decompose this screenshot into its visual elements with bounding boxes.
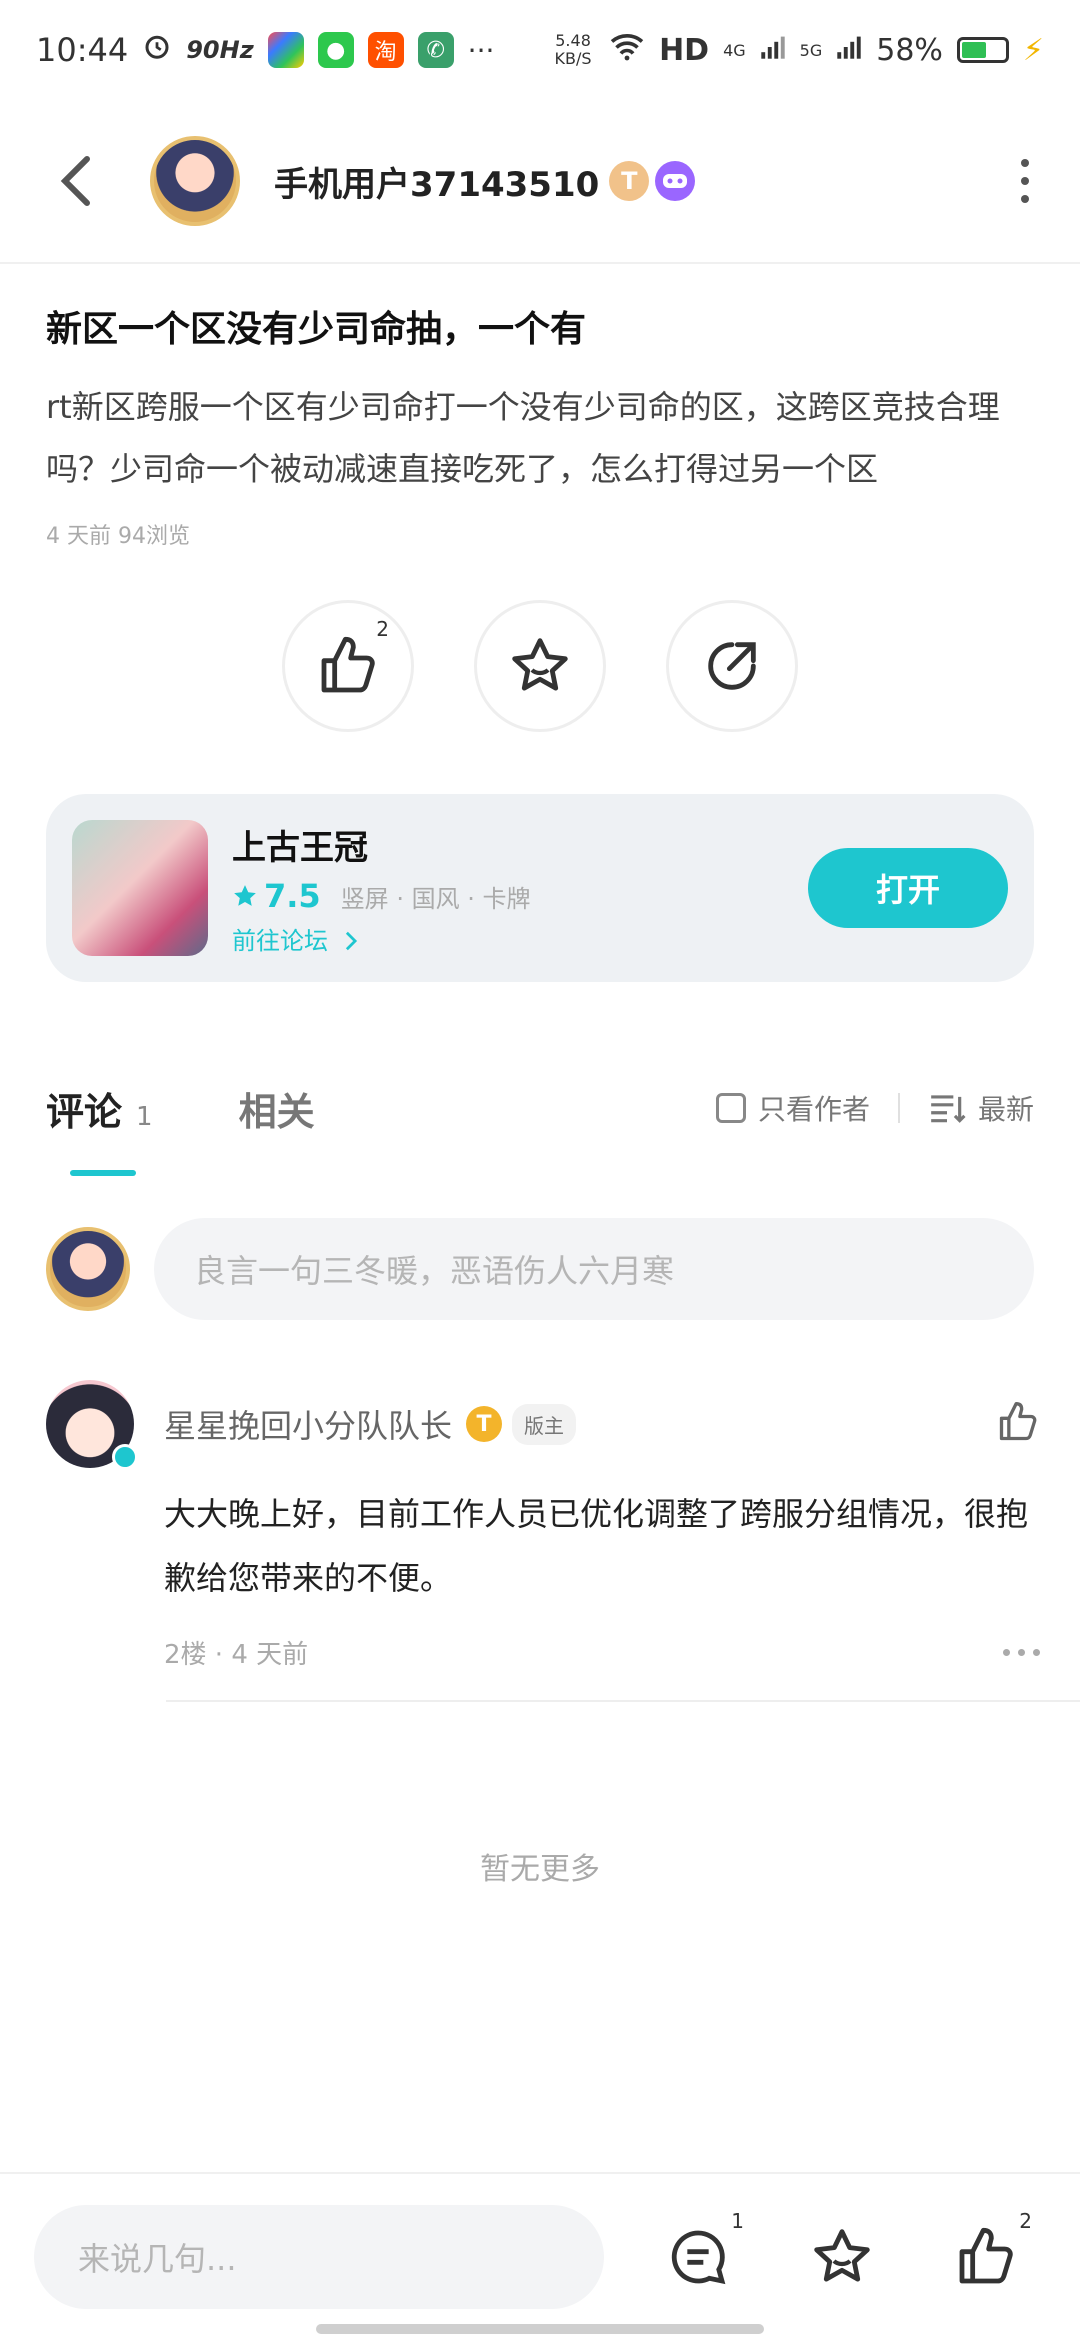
author-username[interactable]: 手机用户37143510	[274, 157, 599, 206]
gamepad-icon	[655, 161, 696, 201]
tab-comments-count: 1	[136, 1101, 153, 1132]
comment-like-button[interactable]	[996, 1400, 1040, 1448]
game-tags: 竖屏 · 国风 · 卡牌	[340, 884, 531, 913]
tab-related[interactable]: 相关	[239, 1081, 315, 1136]
game-info: 上古王冠 7.5 竖屏 · 国风 · 卡牌 前往论坛	[232, 820, 530, 956]
moderator-badge: 版主	[512, 1403, 577, 1445]
like-button[interactable]: 2	[282, 600, 414, 732]
comment-count: 1	[731, 2209, 744, 2233]
forum-link-label: 前往论坛	[232, 927, 328, 955]
tab-comments-label: 评论	[46, 1089, 123, 1134]
thumbs-up-icon	[321, 636, 375, 693]
comment-meta-row: 2楼 · 4 天前	[164, 1634, 1040, 1671]
game-thumbnail[interactable]	[72, 820, 208, 956]
comment-filters: 只看作者 最新	[715, 1088, 1034, 1128]
comment-input-row: 良言一句三冬暖，恶语伤人六月寒	[46, 1218, 1034, 1320]
forum-link[interactable]: 前往论坛	[232, 921, 530, 956]
sort-icon	[931, 1095, 966, 1123]
post-content: 新区一个区没有少司命抽，一个有 rt新区跨服一个区有少司命打一个没有少司命的区，…	[46, 300, 1036, 550]
wifi-icon	[609, 31, 645, 69]
game-subinfo: 7.5 竖屏 · 国风 · 卡牌	[232, 877, 530, 915]
share-icon	[708, 642, 756, 690]
signal-4g-label: 4G	[723, 40, 746, 60]
status-bar: 10:44 90Hz ● 淘 ✆ ··· 5.48 KB/S HD 4G 5G …	[0, 0, 1080, 100]
taobao-icon: 淘	[367, 32, 404, 68]
signal-5g-icon	[836, 33, 862, 68]
favorite-button[interactable]	[474, 600, 606, 732]
author-avatar[interactable]	[150, 136, 240, 226]
comment-item: 星星挽回小分队队长 T 版主 大大晚上好，目前工作人员已优化调整了跨服分组情况，…	[46, 1380, 1080, 1671]
wechat-icon: ●	[317, 32, 354, 68]
share-button[interactable]	[666, 600, 798, 732]
verified-icon	[112, 1444, 138, 1470]
no-more-text: 暂无更多	[480, 1852, 600, 1887]
current-user-avatar	[46, 1227, 130, 1311]
phone-app-icon: ✆	[417, 32, 454, 68]
signal-4g-icon	[760, 33, 786, 68]
refresh-rate: 90Hz	[186, 36, 254, 64]
post-title: 新区一个区没有少司命抽，一个有	[46, 309, 587, 350]
game-name: 上古王冠	[232, 828, 368, 868]
charging-icon: ⚡	[1022, 32, 1044, 68]
more-options-button[interactable]	[970, 99, 1080, 263]
home-indicator[interactable]	[316, 2324, 764, 2334]
game-rating-value: 7.5	[264, 877, 321, 915]
comment-more-button[interactable]	[1003, 1649, 1040, 1656]
signal-5g-label: 5G	[799, 40, 823, 60]
post-meta: 4 天前 94浏览	[46, 524, 190, 549]
game-rating: 7.5	[232, 877, 321, 915]
more-notifications-icon: ···	[467, 33, 495, 67]
hd-indicator: HD	[659, 32, 710, 68]
commenter-name[interactable]: 星星挽回小分队队长	[164, 1401, 452, 1447]
bottom-actions: 1 2	[658, 2209, 1032, 2297]
tab-related-label: 相关	[238, 1089, 315, 1134]
game-card[interactable]: 上古王冠 7.5 竖屏 · 国风 · 卡牌 前往论坛 打开	[46, 794, 1034, 982]
comment-body: 大大晚上好，目前工作人员已优化调整了跨服分组情况，很抱歉给您带来的不便。	[164, 1495, 1029, 1597]
comment-header: 星星挽回小分队队长 T 版主	[46, 1380, 1080, 1470]
like-bottom-button[interactable]: 2	[946, 2209, 1032, 2297]
star-icon	[814, 2229, 870, 2282]
post-body: rt新区跨服一个区有少司命打一个没有少司命的区，这跨区竞技合理吗？少司命一个被动…	[46, 388, 1000, 488]
comment-divider	[166, 1700, 1080, 1702]
post-header: 手机用户37143510 T	[0, 100, 1080, 264]
comment-button[interactable]: 1	[658, 2209, 744, 2297]
like-count: 2	[376, 617, 389, 641]
rating-star-icon	[234, 885, 256, 906]
status-time: 10:44	[36, 31, 129, 69]
comment-meta: 2楼 · 4 天前	[164, 1640, 309, 1670]
alarm-icon	[142, 31, 172, 69]
comment-input[interactable]: 良言一句三冬暖，恶语伤人六月寒	[154, 1218, 1034, 1320]
commenter-level-badge: T	[466, 1406, 503, 1442]
back-button[interactable]	[0, 99, 150, 263]
battery-icon	[956, 37, 1009, 63]
commenter-avatar[interactable]	[46, 1380, 138, 1470]
sort-newest-button[interactable]: 最新	[978, 1088, 1034, 1128]
tab-comments[interactable]: 评论 1	[46, 1081, 153, 1176]
open-game-button[interactable]: 打开	[808, 848, 1008, 928]
battery-percent: 58%	[876, 32, 943, 68]
battery-fill	[961, 42, 987, 58]
post-actions: 2	[0, 600, 1080, 732]
app-store-icon	[267, 32, 304, 68]
author-only-label[interactable]: 只看作者	[758, 1088, 870, 1128]
comment-tabs: 评论 1 相关 只看作者 最新	[0, 1038, 1080, 1178]
network-speed: 5.48 KB/S	[554, 31, 592, 68]
star-icon	[512, 638, 568, 691]
thumbs-up-icon	[999, 1402, 1037, 1441]
comment-icon	[671, 2230, 726, 2285]
author-only-checkbox[interactable]	[715, 1093, 746, 1123]
chevron-right-icon	[345, 931, 357, 951]
filter-divider	[897, 1093, 900, 1123]
like-bottom-count: 2	[1019, 2209, 1032, 2233]
thumbs-up-icon	[959, 2227, 1013, 2284]
status-right: 5.48 KB/S HD 4G 5G 58% ⚡	[551, 31, 1044, 69]
status-left-icons: 90Hz ● 淘 ✆ ···	[142, 31, 494, 69]
bottom-bar: 来说几句... 1 2	[0, 2172, 1080, 2340]
reply-input[interactable]: 来说几句...	[34, 2205, 604, 2309]
favorite-bottom-button[interactable]	[802, 2217, 882, 2297]
tab-active-indicator	[70, 1169, 136, 1176]
level-badge: T	[609, 161, 650, 201]
back-arrow-icon	[60, 156, 90, 206]
